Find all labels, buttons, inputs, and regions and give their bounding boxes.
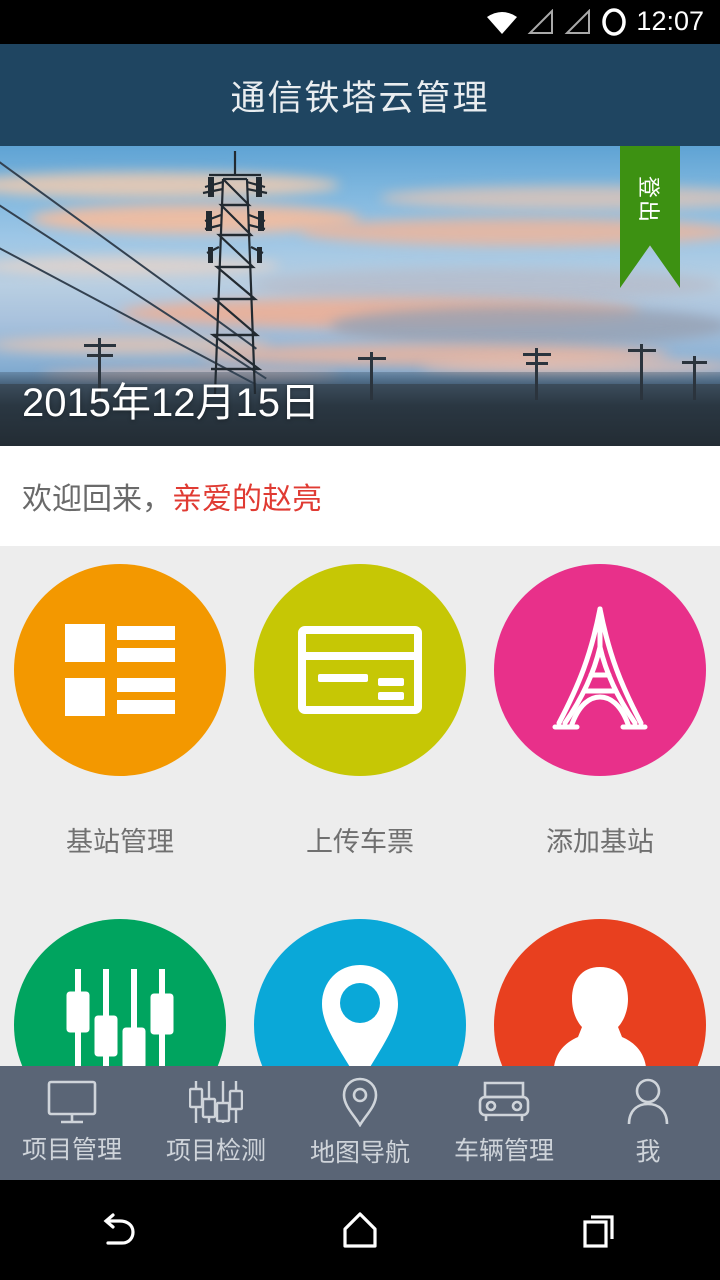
map-pin-icon [312,961,408,1066]
grid-item-profile[interactable] [480,919,720,1066]
android-status-bar: 12:07 [0,0,720,44]
person-icon [548,961,652,1066]
logout-ribbon-label: 登出 [635,175,661,225]
grid-item-project-inspection[interactable] [0,919,240,1066]
tab-label: 项目检测 [165,1137,266,1165]
grid-item-add-base-station[interactable]: 添加基站 [480,564,720,919]
map-pin-outline-icon [341,1077,379,1127]
tab-label: 车辆管理 [453,1137,554,1165]
grid-icon-circle [254,919,466,1066]
monitor-icon [47,1080,97,1124]
grid-icon-circle [14,919,226,1066]
back-button[interactable] [0,1210,240,1250]
utility-pole [625,344,659,400]
grid-item-map-navigation[interactable] [240,919,480,1066]
android-nav-bar [0,1180,720,1280]
grid-item-label: 上传车票 [306,827,414,857]
telecom-tower-silhouette [175,149,295,395]
list-grid-icon [65,622,175,718]
utility-pole [520,348,554,400]
app-bar: 通信铁塔云管理 [0,44,720,146]
page-title: 通信铁塔云管理 [230,78,490,118]
tab-vehicle-management[interactable]: 车辆管理 [432,1066,576,1180]
car-icon [477,1079,531,1125]
grid-icon-circle [494,919,706,1066]
grid-item-label: 基站管理 [66,827,174,857]
person-outline-icon [625,1078,671,1126]
status-bar-clock: 12:07 [636,5,704,36]
signal-icon-1 [527,9,555,35]
grid-item-label: 添加基站 [546,827,654,857]
circle-icon [601,8,627,36]
phone-screen: 12:07 通信铁塔云管理 2015年12月15日 登出 欢迎回来， 亲爱的赵亮… [0,0,720,1280]
hero-banner: 2015年12月15日 登出 [0,146,720,446]
grid-item-upload-ticket[interactable]: 上传车票 [240,564,480,919]
grid-icon-circle [14,564,226,776]
sliders-icon [189,1079,243,1125]
wifi-icon [486,9,518,35]
welcome-bar: 欢迎回来， 亲爱的赵亮 [0,446,720,546]
tab-project-management[interactable]: 项目管理 [0,1066,144,1180]
recents-button[interactable] [480,1210,720,1250]
grid-icon-circle [254,564,466,776]
tab-label: 地图导航 [309,1139,410,1167]
home-icon [341,1210,379,1250]
tab-project-inspection[interactable]: 项目检测 [144,1066,288,1180]
utility-pole [680,356,710,400]
tab-map-navigation[interactable]: 地图导航 [288,1066,432,1180]
credit-card-icon [298,626,422,714]
tab-label: 我 [635,1138,661,1166]
utility-pole [355,352,389,400]
welcome-prefix: 欢迎回来， [22,483,172,516]
tab-label: 项目管理 [21,1136,122,1164]
recents-icon [580,1210,620,1250]
bottom-tab-bar: 项目管理 项目检测 地图导航 车辆管理 我 [0,1066,720,1180]
tower-icon [541,605,659,735]
grid-item-base-station-management[interactable]: 基站管理 [0,564,240,919]
tab-profile[interactable]: 我 [576,1066,720,1180]
signal-icon-2 [564,9,592,35]
grid-icon-circle [494,564,706,776]
home-button[interactable] [240,1210,480,1250]
back-arrow-icon [100,1210,140,1250]
sliders-icon [64,965,176,1066]
shortcut-grid: 基站管理 上传车票 添加基站 [0,546,720,1066]
welcome-username: 亲爱的赵亮 [172,483,322,516]
hero-date-label: 2015年12月15日 [22,381,320,425]
